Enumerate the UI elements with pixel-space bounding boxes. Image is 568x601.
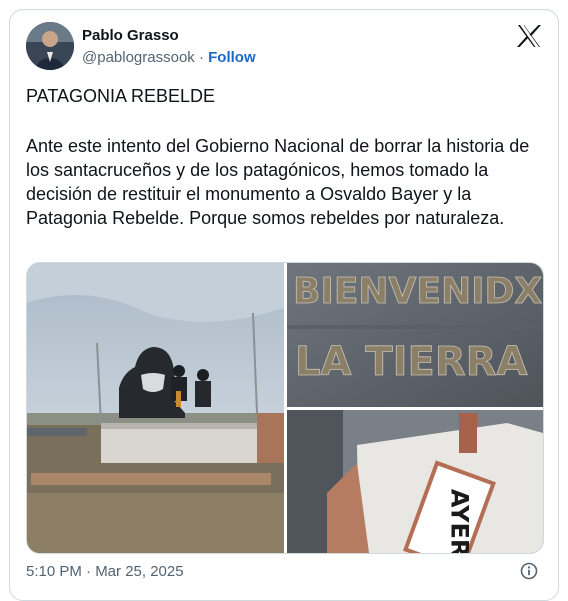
author-name[interactable]: Pablo Grasso [82, 27, 179, 44]
plate-text: AYER [446, 489, 474, 553]
photo-broken-plate[interactable]: AYER [287, 410, 543, 553]
avatar[interactable] [26, 22, 74, 70]
separator-dot: · [198, 49, 204, 66]
photo-monument[interactable] [27, 263, 284, 553]
sign-line-1: BIENVENIDX [293, 271, 542, 312]
timestamp[interactable]: 5:10 PM · Mar 25, 2025 [26, 563, 184, 580]
info-icon[interactable] [520, 562, 538, 580]
follow-button[interactable]: Follow [208, 49, 256, 66]
media-grid[interactable]: BIENVENIDX LA TIERRA AYER [26, 262, 544, 554]
post-body: Ante este intento del Gobierno Nacional … [26, 136, 530, 228]
author-handle[interactable]: @pablograssook [82, 49, 195, 66]
post-title: PATAGONIA REBELDE [26, 86, 216, 106]
author-handle-line: @pablograssook · Follow [82, 49, 256, 66]
photo-sign-letters[interactable]: BIENVENIDX LA TIERRA [287, 263, 543, 407]
x-logo-icon[interactable] [516, 24, 542, 48]
sign-line-2: LA TIERRA [295, 339, 527, 385]
